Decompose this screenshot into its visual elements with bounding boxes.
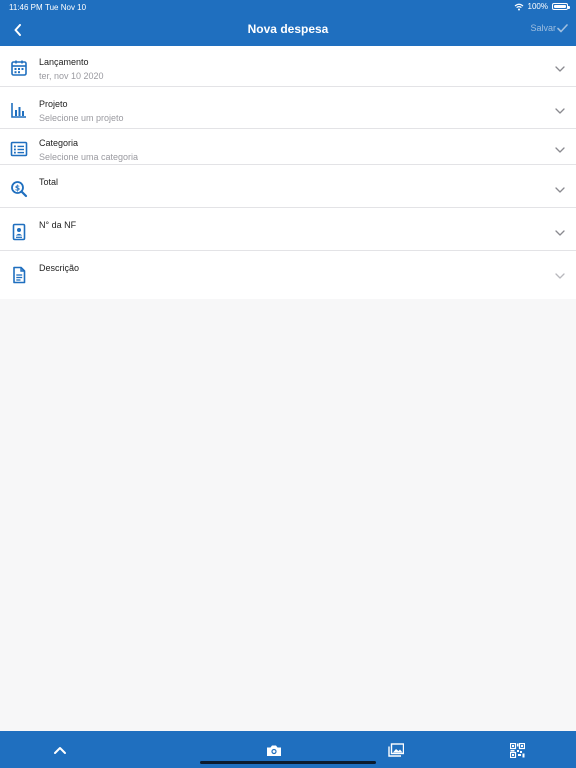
camera-icon: [267, 745, 281, 756]
chevron-up-icon: [54, 747, 66, 754]
chevron-down-icon: [555, 273, 565, 279]
bar-chart-icon: [11, 103, 26, 118]
field-value: ter, nov 10 2020: [39, 71, 104, 81]
status-date: Tue Nov 10: [45, 3, 87, 12]
svg-text:$: $: [15, 183, 20, 192]
list-icon: [10, 141, 28, 157]
money-search-icon: $: [11, 181, 28, 198]
check-icon: [557, 23, 568, 32]
home-indicator: [200, 761, 376, 764]
save-button[interactable]: Salvar: [530, 23, 568, 33]
field-projeto[interactable]: Projeto Selecione um projeto: [0, 87, 576, 129]
qr-code-icon: [509, 742, 525, 758]
screen: 11:46 PM Tue Nov 10 100% Nova despesa Sa…: [0, 0, 576, 768]
field-value: Selecione uma categoria: [39, 152, 139, 162]
bottom-toolbar: [0, 731, 576, 768]
status-time: 11:46 PM: [9, 3, 43, 12]
nav-bar: Nova despesa Salvar: [0, 14, 576, 46]
field-descricao[interactable]: Descrição: [0, 251, 576, 299]
chevron-down-icon: [555, 108, 565, 114]
field-total[interactable]: $ Total: [0, 165, 576, 208]
page-title: Nova despesa: [247, 22, 329, 36]
status-bar: 11:46 PM Tue Nov 10 100%: [0, 0, 576, 14]
chevron-down-icon: [555, 66, 565, 72]
field-numero-nf[interactable]: N° da NF: [0, 208, 576, 251]
form-list: Lançamento ter, nov 10 2020 Projeto Sele…: [0, 46, 576, 299]
gallery-button[interactable]: [387, 741, 405, 759]
field-lancamento[interactable]: Lançamento ter, nov 10 2020: [0, 46, 576, 87]
collapse-button[interactable]: [51, 741, 69, 759]
field-label: Projeto: [39, 99, 68, 109]
qr-code-button[interactable]: [508, 741, 526, 759]
status-right: 100%: [514, 2, 570, 11]
gallery-icon: [388, 743, 404, 757]
chevron-down-icon: [555, 147, 565, 153]
chevron-down-icon: [555, 187, 565, 193]
wifi-icon: [514, 3, 523, 10]
field-label: Categoria: [39, 138, 79, 148]
battery-percent: 100%: [527, 2, 548, 11]
battery-icon: [552, 3, 570, 10]
field-label: Descrição: [39, 263, 80, 273]
camera-button[interactable]: [265, 741, 283, 759]
field-label: N° da NF: [39, 220, 77, 230]
field-label: Total: [39, 177, 59, 187]
chevron-down-icon: [555, 230, 565, 236]
field-label: Lançamento: [39, 57, 89, 67]
field-value: Selecione um projeto: [39, 113, 124, 123]
document-icon: [13, 266, 26, 284]
calendar-icon: [11, 60, 27, 76]
save-label: Salvar: [530, 23, 556, 33]
badge-icon: [12, 223, 26, 241]
field-categoria[interactable]: Categoria Selecione uma categoria: [0, 129, 576, 165]
